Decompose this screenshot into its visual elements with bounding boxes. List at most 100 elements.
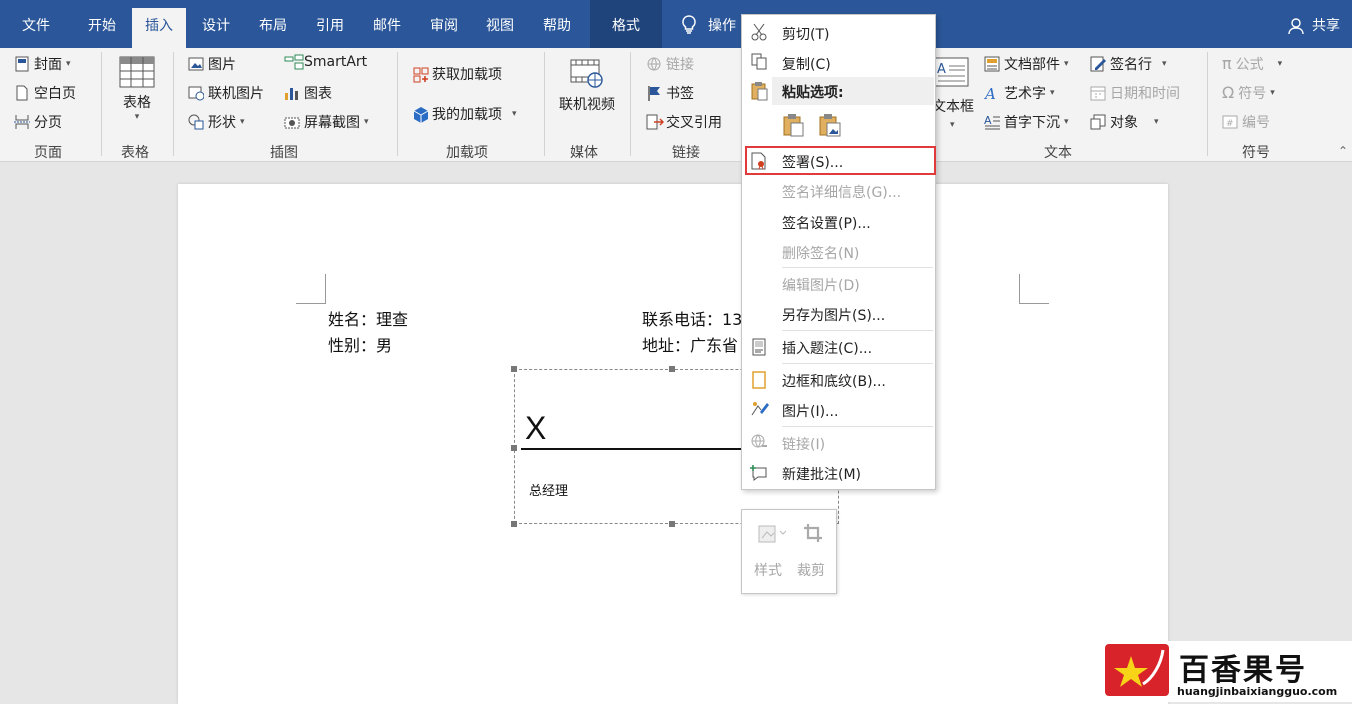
cross-reference-button[interactable]: 交叉引用 <box>646 112 722 132</box>
bookmark-button[interactable]: 书签 <box>646 83 694 103</box>
menu-cut[interactable]: 剪切(T) <box>782 24 829 44</box>
screenshot-button[interactable]: 屏幕截图 ▾ <box>284 112 369 132</box>
tab-references[interactable]: 引用 <box>304 0 356 48</box>
menu-insert-caption[interactable]: 插入题注(C)... <box>782 338 872 358</box>
copy-icon <box>750 53 768 71</box>
tab-view[interactable]: 视图 <box>474 0 526 48</box>
drop-cap-button[interactable]: A 首字下沉 ▾ <box>984 112 1069 132</box>
cover-page-icon <box>14 56 30 72</box>
store-icon <box>412 66 429 83</box>
crop-button[interactable]: 裁剪 <box>797 560 825 580</box>
paste-keep-source-icon[interactable] <box>782 113 806 141</box>
chevron-down-icon: ▾ <box>1064 117 1069 127</box>
menu-edit-picture[interactable]: 编辑图片(D) <box>782 275 860 295</box>
smartart-label: SmartArt <box>304 54 368 70</box>
calendar-icon <box>1090 85 1106 101</box>
paste-icon <box>750 81 768 101</box>
menu-save-as-picture[interactable]: 另存为图片(S)... <box>782 305 885 325</box>
my-addins-button[interactable]: 我的加载项 ▾ <box>412 104 517 124</box>
cover-page-button[interactable]: 封面 ▾ <box>14 54 71 74</box>
signature-doc-icon <box>750 152 768 170</box>
menu-picture[interactable]: 图片(I)... <box>782 401 838 421</box>
tab-help[interactable]: 帮助 <box>531 0 583 48</box>
date-time-label: 日期和时间 <box>1110 86 1180 102</box>
group-divider <box>544 52 545 156</box>
paste-picture-icon[interactable] <box>818 113 842 141</box>
link-button[interactable]: 链接 <box>646 54 694 74</box>
watermark-logo: 百香果号 huangjinbaixiangguo.com <box>1105 641 1352 702</box>
chevron-down-icon: ▾ <box>66 59 71 69</box>
table-icon <box>119 56 155 92</box>
tab-review[interactable]: 审阅 <box>418 0 470 48</box>
bookmark-flag-icon <box>646 85 662 101</box>
chevron-down-icon: ▾ <box>1064 59 1069 69</box>
shapes-icon <box>188 114 204 130</box>
blank-page-button[interactable]: 空白页 <box>14 83 76 103</box>
svg-text:#: # <box>1226 119 1234 129</box>
tab-mailings[interactable]: 邮件 <box>361 0 413 48</box>
margin-corner-mark <box>1019 274 1049 304</box>
tab-file[interactable]: 文件 <box>6 0 66 48</box>
svg-text:A: A <box>937 62 946 77</box>
resize-handle[interactable] <box>511 445 517 451</box>
smartart-button[interactable]: SmartArt <box>284 54 367 70</box>
menu-link[interactable]: 链接(I) <box>782 434 825 454</box>
chevron-down-icon: ▾ <box>364 117 369 127</box>
menu-new-comment[interactable]: 新建批注(M) <box>782 464 861 484</box>
share-button[interactable]: 共享 <box>1308 0 1344 48</box>
document-page[interactable]: 姓名：理查 性别：男 联系电话：13 地址：广东省 X 总经理 <box>178 184 1168 704</box>
chevron-down-icon: ▾ <box>240 117 245 127</box>
shapes-button[interactable]: 形状 ▾ <box>188 112 245 132</box>
phone-field: 联系电话：13 <box>642 310 743 329</box>
textbox-icon: A <box>932 56 970 92</box>
chart-button[interactable]: 图表 <box>284 83 332 103</box>
name-field: 姓名：理查 <box>328 310 409 329</box>
menu-signature-setup[interactable]: 签名设置(P)... <box>782 213 871 233</box>
screenshot-icon <box>284 114 300 130</box>
object-button[interactable]: 对象 ▾ <box>1090 112 1159 132</box>
get-addins-button[interactable]: 获取加载项 <box>412 64 502 84</box>
svg-text:A: A <box>984 114 992 127</box>
menu-borders-shading[interactable]: 边框和底纹(B)... <box>782 371 886 391</box>
addin-cube-icon <box>412 106 429 123</box>
tab-design[interactable]: 设计 <box>190 0 242 48</box>
wordart-button[interactable]: A 艺术字 ▾ <box>983 83 1055 103</box>
online-pictures-button[interactable]: 联机图片 <box>188 83 264 103</box>
online-pictures-label: 联机图片 <box>208 86 264 102</box>
tab-insert[interactable]: 插入 <box>132 8 186 48</box>
signature-line-button[interactable]: 签名行 ▾ <box>1090 54 1167 74</box>
textbox-button[interactable]: 文本框 <box>932 96 974 116</box>
drop-cap-label: 首字下沉 <box>1004 115 1060 131</box>
menu-copy[interactable]: 复制(C) <box>782 54 831 74</box>
ribbon: 封面 ▾ 空白页 分页 页面 表格 ▾ 表格 图片 联机图片 形状 ▾ SmartA… <box>0 48 1352 162</box>
resize-handle[interactable] <box>511 521 517 527</box>
group-label-media: 媒体 <box>570 145 598 161</box>
object-icon <box>1090 114 1106 130</box>
online-video-button[interactable]: 联机视频 <box>556 56 618 114</box>
date-time-button[interactable]: 日期和时间 <box>1090 83 1180 103</box>
menu-signature-details[interactable]: 签名详细信息(G)... <box>782 182 901 202</box>
quick-parts-button[interactable]: 文档部件 ▾ <box>984 54 1069 74</box>
equation-button[interactable]: π 公式 ▾ <box>1222 54 1282 74</box>
symbol-button[interactable]: Ω 符号 ▾ <box>1222 83 1275 103</box>
group-label-links: 链接 <box>672 145 700 161</box>
resize-handle[interactable] <box>511 366 517 372</box>
picture-style-button[interactable]: 样式 <box>754 560 782 580</box>
menu-sign[interactable]: 签署(S)... <box>782 152 843 172</box>
group-divider <box>101 52 102 156</box>
tab-home[interactable]: 开始 <box>74 0 130 48</box>
tell-me-search[interactable]: 操作 <box>708 0 744 48</box>
pictures-button[interactable]: 图片 <box>188 54 236 74</box>
lightbulb-icon <box>680 14 698 38</box>
resize-handle[interactable] <box>669 366 675 372</box>
table-button[interactable]: 表格 ▾ <box>118 56 156 122</box>
number-button[interactable]: # 编号 <box>1222 112 1270 132</box>
collapse-ribbon-icon[interactable]: ⌃ <box>1338 144 1348 158</box>
signature-line-label: 签名行 <box>1110 57 1152 73</box>
resize-handle[interactable] <box>669 521 675 527</box>
tab-layout[interactable]: 布局 <box>247 0 299 48</box>
chevron-down-icon: ▾ <box>1270 88 1275 98</box>
menu-remove-signature[interactable]: 删除签名(N) <box>782 243 859 263</box>
tab-format[interactable]: 格式 <box>590 0 662 48</box>
page-break-button[interactable]: 分页 <box>14 112 62 132</box>
